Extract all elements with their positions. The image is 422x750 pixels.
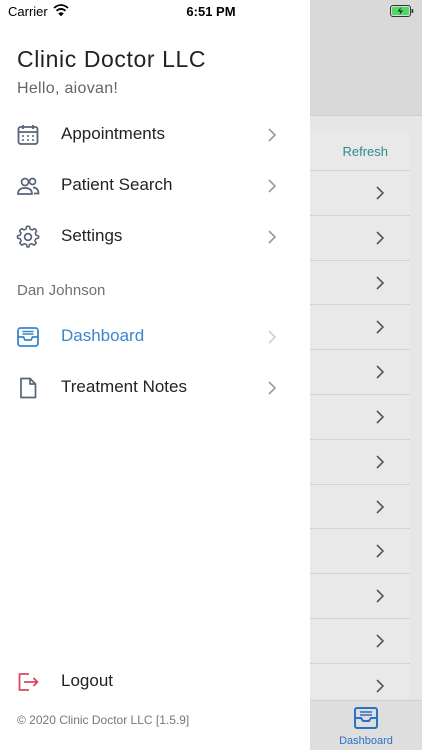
document-icon (20, 377, 37, 399)
list-item[interactable] (310, 573, 410, 618)
calendar-icon (17, 125, 39, 145)
chevron-right-icon (376, 276, 385, 290)
chevron-right-icon (268, 179, 277, 193)
side-drawer: Clinic Doctor LLC Hello, aiovan! Appoint… (0, 0, 310, 750)
list-item[interactable] (310, 304, 410, 349)
logout-icon (18, 673, 39, 691)
tab-bar: Dashboard (310, 700, 422, 750)
logout-label: Logout (61, 671, 113, 690)
chevron-right-icon (268, 381, 277, 395)
chevron-right-icon (376, 320, 385, 334)
chevron-right-icon (376, 410, 385, 424)
gear-icon (16, 225, 40, 248)
menu-item-label: Appointments (61, 124, 165, 143)
list-item[interactable] (310, 349, 410, 394)
chevron-right-icon (268, 330, 277, 344)
menu-item-treatment-notes[interactable]: Treatment Notes (0, 366, 310, 410)
list-item[interactable] (310, 662, 410, 700)
status-bar: Carrier 6:51 PM (0, 0, 422, 22)
time-label: 6:51 PM (186, 4, 236, 19)
logout-button[interactable]: Logout (0, 660, 310, 704)
background-list (310, 170, 410, 700)
menu-item-label: Patient Search (61, 175, 173, 194)
tab-dashboard-label: Dashboard (339, 735, 393, 747)
chevron-right-icon (376, 186, 385, 200)
chevron-right-icon (376, 589, 385, 603)
menu-item-label: Dashboard (61, 326, 145, 345)
chevron-right-icon (376, 544, 385, 558)
list-item[interactable] (310, 483, 410, 529)
section-label-user: Dan Johnson (17, 282, 106, 299)
menu-item-settings[interactable]: Settings (0, 215, 310, 259)
chevron-right-icon (376, 231, 385, 245)
chevron-right-icon (376, 679, 385, 693)
menu-item-appointments[interactable]: Appointments (0, 113, 310, 157)
inbox-tray-icon (17, 327, 39, 347)
list-item[interactable] (310, 214, 410, 260)
tab-dashboard[interactable]: Dashboard (310, 705, 422, 747)
chevron-right-icon (376, 365, 385, 379)
clinic-title: Clinic Doctor LLC (17, 46, 207, 72)
chevron-right-icon (268, 128, 277, 142)
list-item[interactable] (310, 528, 410, 573)
battery-charging-icon (390, 5, 414, 17)
background-card: Refresh (310, 130, 410, 700)
list-item[interactable] (310, 170, 410, 215)
list-item[interactable] (310, 438, 410, 484)
menu-item-dashboard[interactable]: Dashboard (0, 315, 310, 359)
people-icon (17, 177, 40, 195)
chevron-right-icon (268, 230, 277, 244)
menu-item-label: Settings (61, 226, 123, 245)
list-item[interactable] (310, 393, 410, 439)
chevron-right-icon (376, 634, 385, 648)
greeting-text: Hello, aiovan! (17, 80, 119, 97)
list-item[interactable] (310, 259, 410, 305)
menu-item-patient-search[interactable]: Patient Search (0, 164, 310, 208)
menu-item-label: Treatment Notes (61, 377, 187, 396)
chevron-right-icon (376, 500, 385, 514)
chevron-right-icon (376, 455, 385, 469)
inbox-tray-icon (354, 707, 378, 729)
copyright-footer: © 2020 Clinic Doctor LLC [1.5.9] (17, 713, 190, 727)
refresh-button[interactable]: Refresh (342, 144, 388, 159)
list-item[interactable] (310, 617, 410, 663)
